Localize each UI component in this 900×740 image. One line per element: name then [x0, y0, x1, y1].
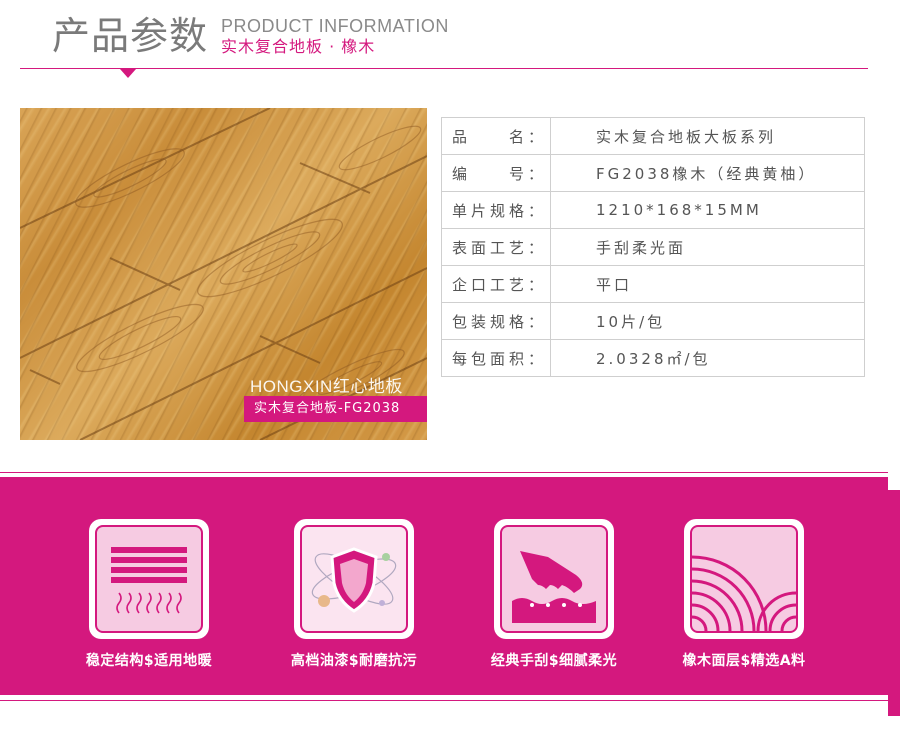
spec-label: 品 名：: [441, 117, 551, 155]
page-subtitle: 实木复合地板 · 橡木: [221, 37, 376, 56]
hand-scrape-icon: [500, 525, 608, 633]
feature-card-coating: [294, 519, 414, 639]
band-top-rule: [0, 472, 888, 473]
band-bottom-rule: [0, 700, 888, 701]
wood-rings-icon: [690, 525, 798, 633]
table-row: 单片规格： 1210*168*15MM: [441, 191, 865, 229]
product-tag: 实木复合地板-FG2038: [244, 396, 427, 422]
table-row: 品 名： 实木复合地板大板系列: [441, 117, 865, 155]
page-title: 产品参数: [52, 14, 209, 58]
spec-value: 2.0328㎡/包: [550, 339, 865, 377]
table-row: 编 号： FG2038橡木（经典黄柚）: [441, 154, 865, 192]
spec-value: FG2038橡木（经典黄柚）: [550, 154, 865, 192]
header-pointer: [120, 69, 136, 78]
spec-label: 企口工艺：: [441, 265, 551, 303]
spec-label: 每包面积：: [441, 339, 551, 377]
feature-card-structure: [89, 519, 209, 639]
header-divider: [20, 68, 868, 69]
feature-caption: 稳定结构$适用地暖: [85, 653, 213, 669]
feature-caption: 经典手刮$细腻柔光: [490, 653, 618, 669]
table-row: 包装规格： 10片/包: [441, 302, 865, 340]
table-row: 企口工艺： 平口: [441, 265, 865, 303]
feature-card-oak: [684, 519, 804, 639]
band-edge: [888, 490, 900, 716]
spec-label: 单片规格：: [441, 191, 551, 229]
spec-value: 1210*168*15MM: [550, 191, 865, 229]
feature-caption: 橡木面层$精选A料: [682, 653, 806, 669]
brand-watermark: HONGXIN红心地板: [250, 377, 403, 396]
page-title-en: PRODUCT INFORMATION: [221, 16, 449, 36]
table-row: 表面工艺： 手刮柔光面: [441, 228, 865, 266]
feature-caption: 高档油漆$耐磨抗污: [290, 653, 418, 669]
feature-card-scrape: [494, 519, 614, 639]
page-header: 产品参数 PRODUCT INFORMATION 实木复合地板 · 橡木: [0, 0, 900, 80]
spec-table: 品 名： 实木复合地板大板系列 编 号： FG2038橡木（经典黄柚） 单片规格…: [441, 117, 865, 377]
shield-atom-icon: [300, 525, 408, 633]
table-row: 每包面积： 2.0328㎡/包: [441, 339, 865, 377]
spec-label: 包装规格：: [441, 302, 551, 340]
spec-label: 编 号：: [441, 154, 551, 192]
stable-structure-heating-icon: [95, 525, 203, 633]
spec-value: 手刮柔光面: [550, 228, 865, 266]
spec-value: 实木复合地板大板系列: [550, 117, 865, 155]
spec-value: 10片/包: [550, 302, 865, 340]
spec-value: 平口: [550, 265, 865, 303]
spec-label: 表面工艺：: [441, 228, 551, 266]
